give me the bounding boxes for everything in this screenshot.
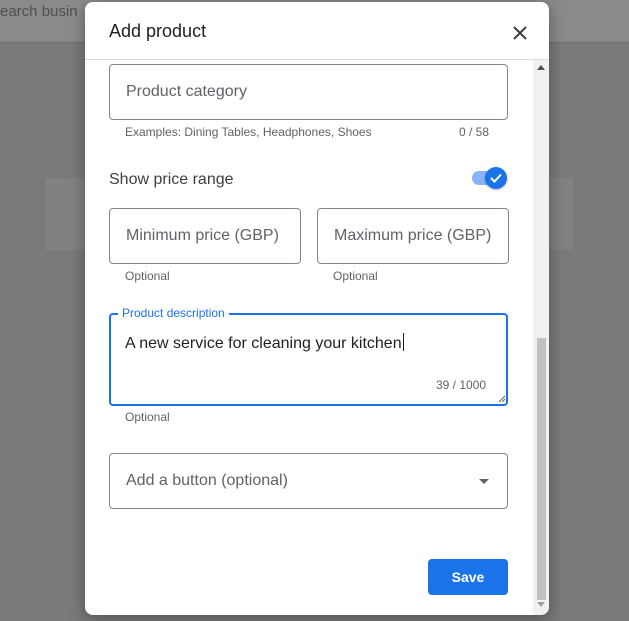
min-price-placeholder: Minimum price (GBP) bbox=[126, 227, 279, 244]
add-button-select[interactable]: Add a button (optional) bbox=[109, 453, 508, 509]
min-price-field[interactable]: Minimum price (GBP) bbox=[109, 208, 301, 264]
product-description-text: A new service for cleaning your kitchen bbox=[125, 335, 402, 352]
dialog-title: Add product bbox=[109, 21, 207, 41]
scroll-up-arrow-icon[interactable] bbox=[537, 64, 545, 70]
max-price-helper: Optional bbox=[333, 269, 378, 283]
product-category-field[interactable]: Product category bbox=[109, 64, 508, 120]
max-price-field[interactable]: Maximum price (GBP) bbox=[317, 208, 509, 264]
dialog-header: Add product bbox=[85, 2, 549, 60]
product-description-helper: Optional bbox=[125, 410, 170, 424]
add-button-placeholder: Add a button (optional) bbox=[126, 472, 288, 489]
product-description-value[interactable]: A new service for cleaning your kitchen bbox=[125, 333, 404, 353]
close-button[interactable] bbox=[505, 18, 535, 48]
check-icon bbox=[490, 173, 502, 183]
product-category-placeholder: Product category bbox=[126, 83, 247, 100]
resize-handle-icon[interactable] bbox=[498, 395, 506, 403]
add-product-dialog: Add product Product category Examples: D… bbox=[85, 2, 549, 615]
product-description-label: Product description bbox=[118, 306, 229, 320]
product-description-field[interactable] bbox=[109, 313, 508, 406]
background-search-text: earch busin bbox=[0, 3, 78, 20]
save-button[interactable]: Save bbox=[428, 559, 508, 595]
max-price-placeholder: Maximum price (GBP) bbox=[334, 227, 492, 244]
price-range-label: Show price range bbox=[109, 171, 234, 188]
text-caret bbox=[402, 333, 404, 351]
price-range-toggle-knob[interactable] bbox=[485, 167, 507, 189]
scrollbar-thumb[interactable] bbox=[537, 338, 546, 600]
scroll-down-arrow-icon[interactable] bbox=[537, 602, 545, 608]
product-description-counter: 39 / 1000 bbox=[436, 378, 487, 392]
close-icon bbox=[513, 26, 527, 40]
product-category-counter: 0 / 58 bbox=[459, 125, 490, 139]
product-category-helper: Examples: Dining Tables, Headphones, Sho… bbox=[125, 125, 372, 139]
min-price-helper: Optional bbox=[125, 269, 170, 283]
dropdown-arrow-icon bbox=[479, 479, 489, 484]
